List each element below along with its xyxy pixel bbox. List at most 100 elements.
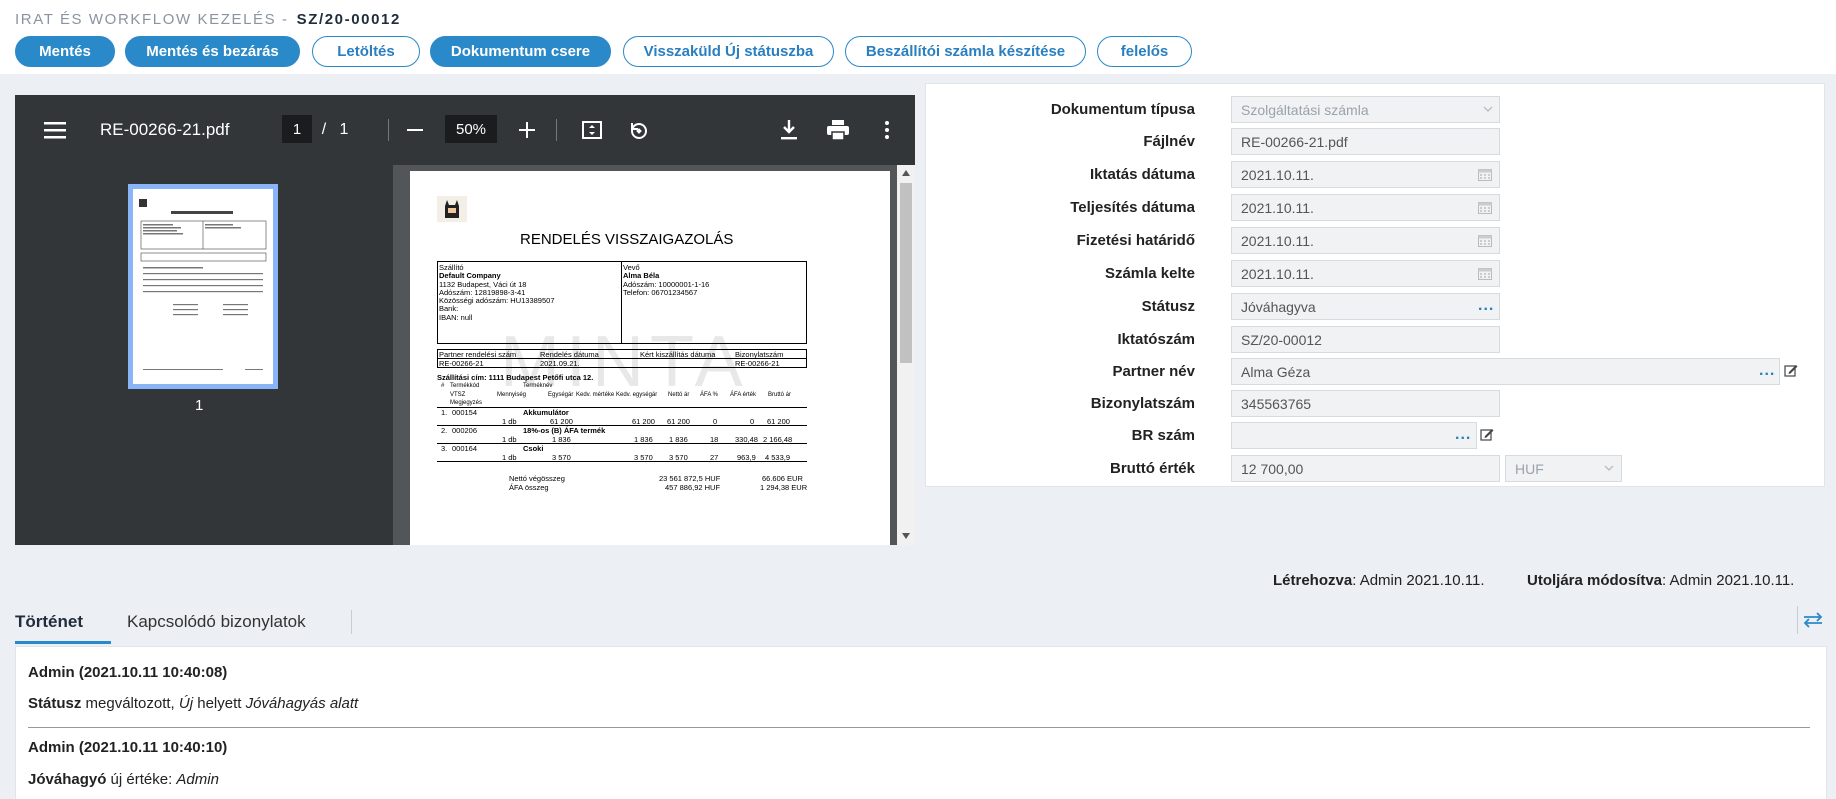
toolbar-divider [388,119,389,141]
items-col-disc-price: Kedv. egységár [616,392,658,398]
more-options-icon[interactable]: ... [1478,297,1494,315]
zoom-out-icon[interactable] [403,119,427,141]
total-vat-label: ÁFA összeg [509,483,549,492]
send-back-button[interactable]: Visszaküld Új státuszba [623,36,834,67]
chevron-down-icon [1483,106,1493,112]
page-number-input[interactable]: 1 [282,115,312,143]
filename-field[interactable]: RE-00266-21.pdf [1231,128,1500,155]
pdf-scrollbar[interactable] [897,165,915,545]
items-col-discount: Kedv. mértéke [576,392,615,398]
zoom-in-icon[interactable] [515,119,539,141]
items-col-gross: Bruttó ár [768,392,792,398]
gross-value-field[interactable]: 12 700,00 [1231,455,1500,482]
status-label: Státusz [1141,298,1195,315]
buyer-name: Alma Béla [623,271,660,280]
gross-value-label: Bruttó érték [1109,460,1195,477]
completion-date-field[interactable]: 2021.10.11. [1231,194,1500,221]
shipping-address: Szállítási cím: 1111 Budapest Petőfi utc… [437,373,594,382]
document-form: Dokumentum típusa Szolgáltatási számla F… [925,83,1825,487]
form-row-invoice-date: Számla kelte 2021.10.11. [926,260,1826,288]
page-header: IRAT ÉS WORKFLOW KEZELÉS - SZ/20-00012 Me… [0,0,1836,74]
page-thumbnail[interactable] [128,184,278,389]
history-text: megváltozott, [81,695,179,712]
calendar-icon[interactable] [1478,267,1492,280]
page-title-text: IRAT ÉS WORKFLOW KEZELÉS - [15,11,289,28]
col-partner-order: Partner rendelési szám [439,350,517,359]
more-options-icon[interactable]: ... [1455,426,1471,444]
replace-document-button[interactable]: Dokumentum csere [430,36,611,67]
download-icon[interactable] [777,119,801,141]
history-text: új értéke: [106,771,177,788]
form-row-filename: Fájlnév RE-00266-21.pdf [926,128,1826,156]
col-doc-number: Bizonylatszám [735,350,784,359]
supplier-bank: Bank: [439,304,459,313]
modified-label: Utoljára módosítva [1527,572,1663,589]
fit-page-icon[interactable] [580,119,604,141]
total-vat-eur: 1 294,38 EUR [760,483,808,492]
thumbnail-page-number: 1 [195,397,204,414]
payment-deadline-label: Fizetési határidő [1076,232,1195,249]
payment-deadline-field[interactable]: 2021.10.11. [1231,227,1500,254]
document-title: RENDELÉS VISSZAIGAZOLÁS [520,231,734,248]
form-row-payment-deadline: Fizetési határidő 2021.10.11. [926,227,1826,255]
items-header-line [437,407,807,408]
save-and-close-button[interactable]: Mentés és bezárás [125,36,300,67]
more-options-icon[interactable]: ... [1759,362,1775,380]
form-row-br-number: BR szám ... [926,422,1826,450]
items-col-vat-pct: ÁFA % [700,392,719,398]
history-entry-text: Jóváhagyó új értéke: Admin [28,771,219,788]
item-1-line [437,425,807,426]
scroll-down-icon[interactable] [902,533,910,539]
items-col-hash: # [441,383,445,389]
calendar-icon[interactable] [1478,168,1492,181]
invoice-date-label: Számla kelte [1104,265,1195,282]
rotate-icon[interactable] [627,119,651,141]
modified-info: Utoljára módosítva: Admin 2021.10.11. [1527,572,1794,589]
pdf-page: RENDELÉS VISSZAIGAZOLÁS MINTA Szállító D… [410,171,890,545]
col-delivery-date: Kért kiszállítás dátuma [640,350,716,359]
filing-number-label: Iktatószám [1117,331,1195,348]
filing-number-field[interactable]: SZ/20-00012 [1231,326,1500,353]
save-button[interactable]: Mentés [15,36,115,67]
total-net-label: Nettó végösszeg [509,474,565,483]
thumbnail-sidebar: 1 [15,165,393,545]
document-number-field[interactable]: 345563765 [1231,390,1500,417]
items-col-vat: ÁFA érték [730,392,757,398]
form-row-document-number: Bizonylatszám 345563765 [926,390,1826,418]
tab-history[interactable]: Történet [15,606,111,644]
responsible-button[interactable]: felelős [1097,36,1192,67]
item-2-name: 18%-os (B) ÁFA termék [523,426,606,435]
download-button[interactable]: Letöltés [312,36,420,67]
history-divider [28,727,1810,728]
partner-name-field[interactable]: Alma Géza [1231,358,1780,385]
completion-date-label: Teljesítés dátuma [1070,199,1195,216]
calendar-icon[interactable] [1478,234,1492,247]
tab-related-documents[interactable]: Kapcsolódó bizonylatok [127,606,306,644]
scrollbar-thumb[interactable] [900,183,912,363]
br-number-field[interactable] [1231,422,1477,449]
edit-icon[interactable] [1480,427,1494,441]
items-col-vtsz: VTSZ [450,392,466,398]
edit-icon[interactable] [1784,363,1798,377]
item-1-name: Akkumulátor [523,408,569,417]
menu-icon[interactable] [43,119,67,141]
calendar-icon[interactable] [1478,201,1492,214]
document-number-label: Bizonylatszám [1090,395,1195,412]
document-type-select[interactable]: Szolgáltatási számla [1231,96,1500,123]
more-options-icon[interactable] [875,119,899,141]
print-icon[interactable] [826,119,850,141]
filing-date-field[interactable]: 2021.10.11. [1231,161,1500,188]
form-row-filing-date: Iktatás dátuma 2021.10.11. [926,161,1826,189]
total-pages: 1 [339,121,349,138]
scroll-up-icon[interactable] [902,170,910,176]
create-supplier-invoice-button[interactable]: Beszállítói számla készítése [845,36,1086,67]
form-row-completion-date: Teljesítés dátuma 2021.10.11. [926,194,1826,222]
status-field[interactable]: Jóváhagyva [1231,293,1500,320]
form-row-gross-value: Bruttó érték 12 700,00 HUF [926,455,1826,483]
invoice-date-field[interactable]: 2021.10.11. [1231,260,1500,287]
item-3-line [437,461,807,462]
tab-divider [351,610,352,634]
history-new-value: Jóváhagyás alatt [245,695,359,712]
swap-arrows-icon[interactable] [1797,606,1827,634]
zoom-level-input[interactable]: 50% [445,115,497,143]
